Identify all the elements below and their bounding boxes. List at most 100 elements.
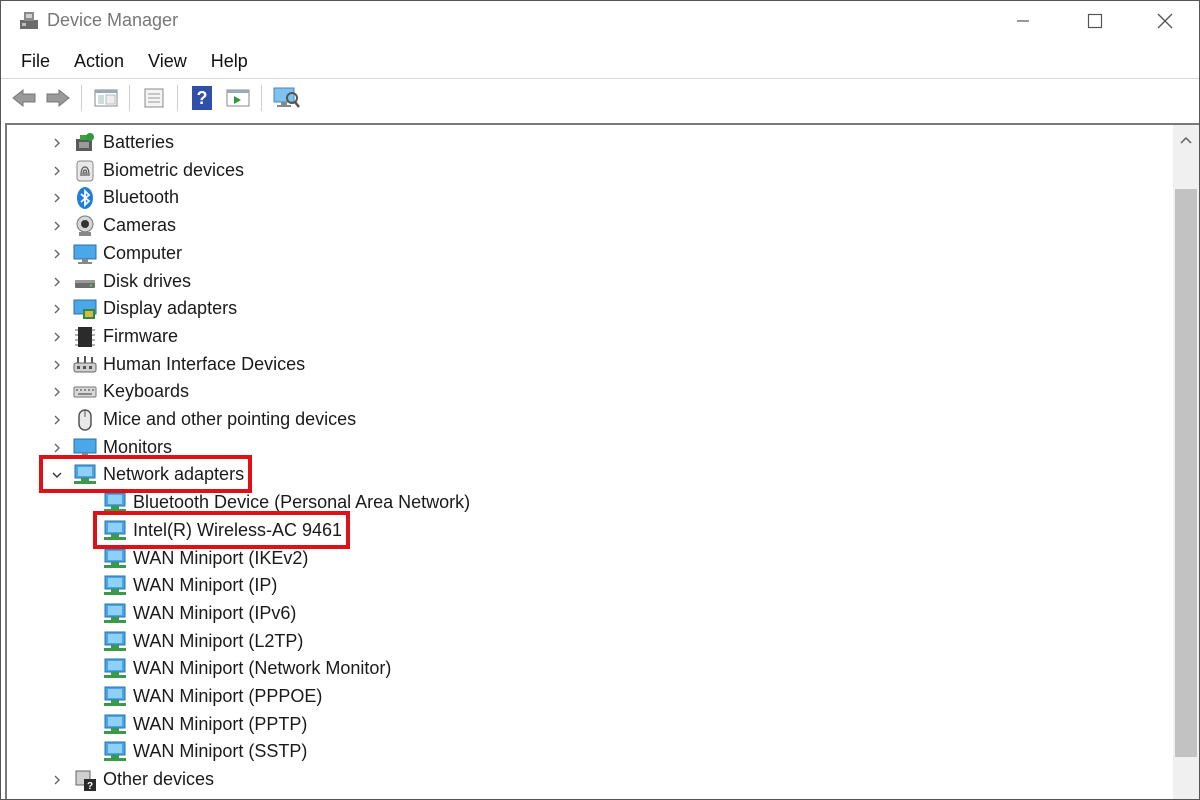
network-adapter-icon [104,492,126,513]
network-adapter-icon [104,548,126,568]
chevron-right-icon[interactable] [49,412,65,428]
chevron-right-icon[interactable] [49,274,65,290]
unknown-device-icon: ? [75,770,96,792]
chevron-right-icon[interactable] [49,357,65,373]
toolbar-separator [81,85,82,111]
tree-category-network-adapters[interactable]: Network adapters [7,461,1167,488]
menu-view[interactable]: View [136,51,199,72]
menu-action[interactable]: Action [62,51,136,72]
tree-device-label: Bluetooth Device (Personal Area Network) [133,492,471,513]
tree-device-wan-miniport-pptp[interactable]: WAN Miniport (PPTP) [7,711,1167,738]
tree-device-label: Intel(R) Wireless-AC 9461 [133,519,343,540]
tree-category-display-adapters[interactable]: Display adapters [7,295,1167,322]
toolbar-separator [261,85,262,111]
chevron-right-icon[interactable] [49,218,65,234]
tree-category-keyboards[interactable]: Keyboards [7,378,1167,405]
chip-icon [75,326,95,347]
menu-file[interactable]: File [9,51,62,72]
menu-help[interactable]: Help [199,51,260,72]
tree-category-label: Keyboards [103,381,190,402]
display-adapter-icon [73,299,97,320]
network-adapter-icon [104,631,126,651]
toolbar-separator [177,85,178,111]
camera-icon [76,215,94,237]
tree-device-label: WAN Miniport (Network Monitor) [133,658,392,679]
hid-icon [73,355,97,373]
tree-category-label: Human Interface Devices [103,353,306,374]
forward-arrow-icon[interactable] [43,83,73,113]
scroll-up-icon[interactable] [1173,125,1199,155]
chevron-right-icon[interactable] [49,163,65,179]
mouse-icon [78,409,92,431]
title-bar: Device Manager [1,1,1199,41]
svg-text:?: ? [197,88,208,108]
network-adapter-icon [74,464,96,485]
tree-device-wan-miniport-l2tp[interactable]: WAN Miniport (L2TP) [7,628,1167,655]
tree-category-label: Display adapters [103,298,238,319]
tree-category-label: Disk drives [103,270,192,291]
tree-category-monitors[interactable]: Monitors [7,434,1167,461]
tree-device-label: WAN Miniport (IP) [133,575,278,596]
chevron-right-icon[interactable] [49,246,65,262]
toolbar-separator [129,85,130,111]
fingerprint-icon [76,160,94,182]
tree-category-label: Computer [103,242,183,263]
maximize-icon[interactable] [1059,1,1131,41]
tree-category-label: Cameras [103,215,177,236]
tree-category-firmware[interactable]: Firmware [7,323,1167,350]
bluetooth-icon [77,187,93,210]
tree-device-wan-miniport-sstp[interactable]: WAN Miniport (SSTP) [7,738,1167,765]
network-adapter-icon [104,686,126,706]
tree-device-label: WAN Miniport (PPPOE) [133,686,323,706]
back-arrow-icon[interactable] [9,83,39,113]
chevron-right-icon[interactable] [49,329,65,345]
port-icon [73,796,97,800]
properties-icon[interactable] [139,83,169,113]
tree-category-disk-drives[interactable]: Disk drives [7,268,1167,295]
scrollbar-thumb[interactable] [1175,189,1197,757]
tree-category-bluetooth[interactable]: Bluetooth [7,184,1167,211]
chevron-right-icon[interactable] [49,190,65,206]
chevron-right-icon[interactable] [49,301,65,317]
device-manager-icon [20,12,38,29]
tree-category-biometric-devices[interactable]: Biometric devices [7,157,1167,184]
svg-text:?: ? [87,781,93,792]
tree-category-ports-com-lpt[interactable]: Ports (COM & LPT) [7,794,1167,800]
show-hide-console-tree-icon[interactable] [91,83,121,113]
tree-device-wan-miniport-pppoe[interactable]: WAN Miniport (PPPOE) [7,683,1167,710]
tree-category-label: Monitors [103,436,173,457]
tree-category-other-devices[interactable]: ? Other devices [7,766,1167,793]
run-action-icon[interactable] [223,83,253,113]
tree-device-label: WAN Miniport (IPv6) [133,602,297,623]
minimize-icon[interactable] [987,1,1059,41]
tree-device-intel-r-wireless-ac-9461[interactable]: Intel(R) Wireless-AC 9461 [7,517,1167,544]
chevron-right-icon[interactable] [49,440,65,456]
chevron-right-icon[interactable] [49,384,65,400]
tree-device-wan-miniport-ipv6[interactable]: WAN Miniport (IPv6) [7,600,1167,627]
tree-category-cameras[interactable]: Cameras [7,212,1167,239]
chevron-right-icon[interactable] [49,135,65,151]
tree-device-label: WAN Miniport (L2TP) [133,630,304,651]
tree-category-computer[interactable]: Computer [7,240,1167,267]
battery-icon [76,133,94,151]
vertical-scrollbar[interactable] [1173,125,1199,799]
tree-category-mice-and-other-pointing-devices[interactable]: Mice and other pointing devices [7,406,1167,433]
tree-device-wan-miniport-network-monitor[interactable]: WAN Miniport (Network Monitor) [7,655,1167,682]
tree-category-human-interface-devices[interactable]: Human Interface Devices [7,351,1167,378]
keyboard-icon [73,386,97,398]
device-manager-window: Device Manager File Action View Help ? B… [0,0,1200,800]
device-tree: Batteries Biometric devices Bluetooth Camer… [5,123,1199,800]
tree-category-batteries[interactable]: Batteries [7,129,1167,156]
scan-hardware-changes-icon[interactable] [271,83,301,113]
tree-category-label: Batteries [103,132,175,152]
help-icon[interactable]: ? [187,83,217,113]
tree-device-label: WAN Miniport (IKEv2) [133,547,309,568]
tree-device-bluetooth-device-personal-area-network[interactable]: Bluetooth Device (Personal Area Network) [7,489,1167,516]
tree-device-label: WAN Miniport (SSTP) [133,741,308,762]
close-icon[interactable] [1129,1,1199,41]
chevron-down-icon[interactable] [49,467,65,483]
tree-category-label: Biometric devices [103,159,245,180]
tree-device-wan-miniport-ikev2[interactable]: WAN Miniport (IKEv2) [7,545,1167,572]
chevron-right-icon[interactable] [49,772,65,788]
tree-device-wan-miniport-ip[interactable]: WAN Miniport (IP) [7,572,1167,599]
